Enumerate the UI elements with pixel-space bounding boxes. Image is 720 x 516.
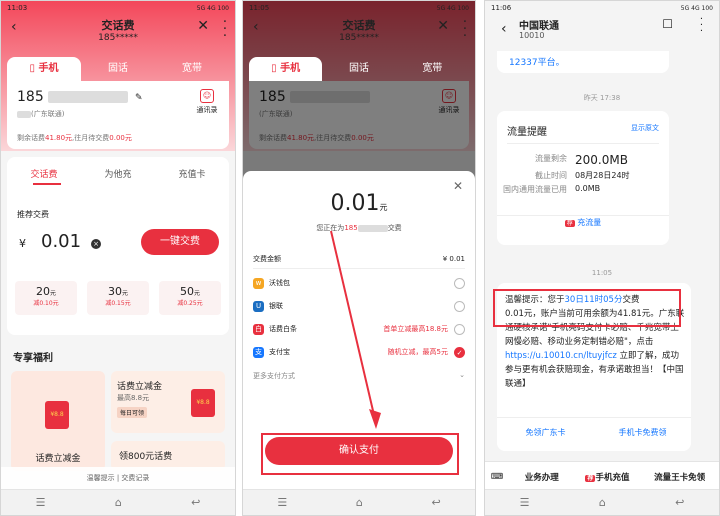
welfare-card-2[interactable]: 话费立减金 最高8.8元 每日可领 ¥8.8: [111, 371, 225, 433]
red-envelope-icon: ¥8.8: [191, 389, 215, 417]
phone-screen-recharge: 11:03 5G 4G 100 ‹ 交话费 185***** ✕ · · · ▯ 手…: [0, 0, 236, 516]
menu-icon[interactable]: ☰: [520, 496, 530, 509]
data-icon: 荐: [564, 220, 575, 227]
contacts-icon: ☺: [200, 89, 214, 103]
amount-option-30[interactable]: 30元 减0.15元: [87, 281, 149, 315]
free-sim-button[interactable]: 手机卡免费领: [594, 427, 691, 438]
page-subtitle: 185*****: [98, 33, 138, 43]
card-title: 流量提醒: [507, 127, 547, 138]
recharge-icon: 荐: [585, 474, 596, 482]
contacts-button[interactable]: ☺ 通讯录: [193, 89, 221, 115]
edit-icon[interactable]: ✎: [135, 93, 143, 103]
status-bar: 11:03 5G 4G 100: [1, 1, 235, 15]
back-arrow-icon[interactable]: ‹: [11, 19, 17, 35]
data-row: 国内通用流量已用 0.0MB: [503, 184, 601, 194]
show-original-link[interactable]: 显示原文: [631, 123, 659, 133]
clear-icon[interactable]: ×: [91, 239, 101, 249]
status-bar: 11:06 5G 4G 100: [485, 1, 719, 15]
data-rows: 流量剩余 200.0MB 截止时间 08月28日24时国内通用流量已用 0.0MB: [497, 153, 669, 198]
page-header: ‹ 交话费 185***** ✕ · · ·: [1, 15, 235, 49]
balance-info: 剩余话费41.80元,往月待交费0.00元: [17, 134, 132, 142]
menu-recharge[interactable]: 荐手机充值: [575, 471, 641, 483]
contact-name: 中国联通: [519, 21, 559, 32]
system-nav-bar: ☰ ⌂ ↩: [1, 489, 235, 515]
home-icon[interactable]: ⌂: [115, 496, 122, 509]
data-row: 流量剩余 200.0MB: [535, 153, 628, 167]
recharge-card: 交话费 为他充 充值卡 推荐交费 ¥ 0.01 × 一键交费 20元 减0.10元…: [7, 157, 229, 335]
menu-icon[interactable]: ☰: [36, 496, 46, 509]
contact-number: 10010: [519, 31, 545, 40]
menu-business[interactable]: 业务办理: [509, 471, 575, 483]
one-click-pay-button[interactable]: 一键交费: [141, 229, 219, 255]
more-icon[interactable]: · · ·: [700, 15, 703, 37]
close-icon[interactable]: ✕: [197, 18, 209, 34]
recharge-subtabs: 交话费 为他充 充值卡: [7, 167, 229, 180]
arrow-annotation: [330, 230, 381, 429]
subtab-pay-bill[interactable]: 交话费: [7, 167, 81, 180]
status-time: 11:03: [7, 4, 28, 12]
highlight-box: [493, 289, 681, 327]
sms-bottom-menu: ⌨ 业务办理 荐手机充值 流量王卡免领: [485, 461, 719, 491]
status-time: 11:06: [491, 4, 512, 12]
phone-number[interactable]: 185: [17, 89, 129, 105]
back-icon[interactable]: ↩: [191, 496, 200, 509]
phone-screen-payment-sheet: 11:05 5G 4G 100 ‹ 交话费 185***** ✕ · · · ▯ 手…: [242, 0, 476, 516]
free-card-button[interactable]: 免领广东卡: [497, 427, 594, 438]
message-link[interactable]: https://u.10010.cn/ltuyjfcz: [505, 351, 617, 361]
tab-mobile[interactable]: ▯ 手机: [7, 57, 81, 81]
home-icon[interactable]: ⌂: [599, 496, 606, 509]
service-tabs: ▯ 手机 固话 宽带: [7, 57, 229, 81]
timestamp-1: 昨天 17:38: [583, 94, 621, 102]
recommend-label: 推荐交费: [17, 210, 49, 219]
timestamp-2: 11:05: [591, 269, 613, 277]
number-card: 185 ✎ ☺ 通讯录 (广东联通) 剩余话费41.80元,往月待交费0.00元: [7, 81, 229, 149]
subtab-pay-for-others[interactable]: 为他充: [81, 167, 155, 180]
tab-landline[interactable]: 固话: [81, 57, 155, 81]
data-row: 截止时间 08月28日24时: [535, 171, 630, 180]
keyboard-icon[interactable]: ⌨: [485, 472, 509, 482]
subtab-underline: [33, 183, 61, 185]
welfare-card-1[interactable]: ¥8.8 话费立减金: [11, 371, 105, 471]
amount-option-50[interactable]: 50元 减0.25元: [159, 281, 221, 315]
currency-symbol: ¥: [19, 237, 26, 250]
carrier-label: (广东联通): [17, 109, 64, 119]
sms-header: ‹ 中国联通 10010 ☐ · · ·: [485, 15, 719, 51]
message-actions: 免领广东卡 手机卡免费领: [497, 427, 691, 438]
amount-input[interactable]: 0.01: [41, 231, 81, 252]
recharge-data-button[interactable]: 荐 充流量: [497, 217, 669, 228]
menu-king-card[interactable]: 流量王卡免领: [640, 471, 719, 483]
status-icons: 5G 4G 100: [680, 4, 713, 12]
system-nav-bar: ☰ ⌂ ↩: [485, 489, 719, 515]
tab-broadband[interactable]: 宽带: [155, 57, 229, 81]
phone-screen-sms: 11:06 5G 4G 100 ‹ 中国联通 10010 ☐ · · · 12337…: [484, 0, 720, 516]
red-envelope-icon: ¥8.8: [45, 401, 69, 429]
previous-message: 12337平台。: [497, 51, 669, 73]
welfare-title: 专享福利: [13, 353, 53, 364]
subtab-recharge-card[interactable]: 充值卡: [155, 167, 229, 180]
data-alert-card: 流量提醒 显示原文 流量剩余 200.0MB 截止时间 08月28日24时国内通用流量…: [497, 111, 669, 245]
footer-links[interactable]: 温馨提示 | 交费记录: [1, 467, 235, 489]
more-icon[interactable]: · · ·: [223, 16, 227, 43]
back-arrow-icon[interactable]: ‹: [501, 21, 507, 37]
edit-icon[interactable]: ☐: [662, 17, 673, 31]
amount-option-20[interactable]: 20元 减0.10元: [15, 281, 77, 315]
status-icons: 5G 4G 100: [196, 4, 229, 12]
back-icon[interactable]: ↩: [675, 496, 684, 509]
